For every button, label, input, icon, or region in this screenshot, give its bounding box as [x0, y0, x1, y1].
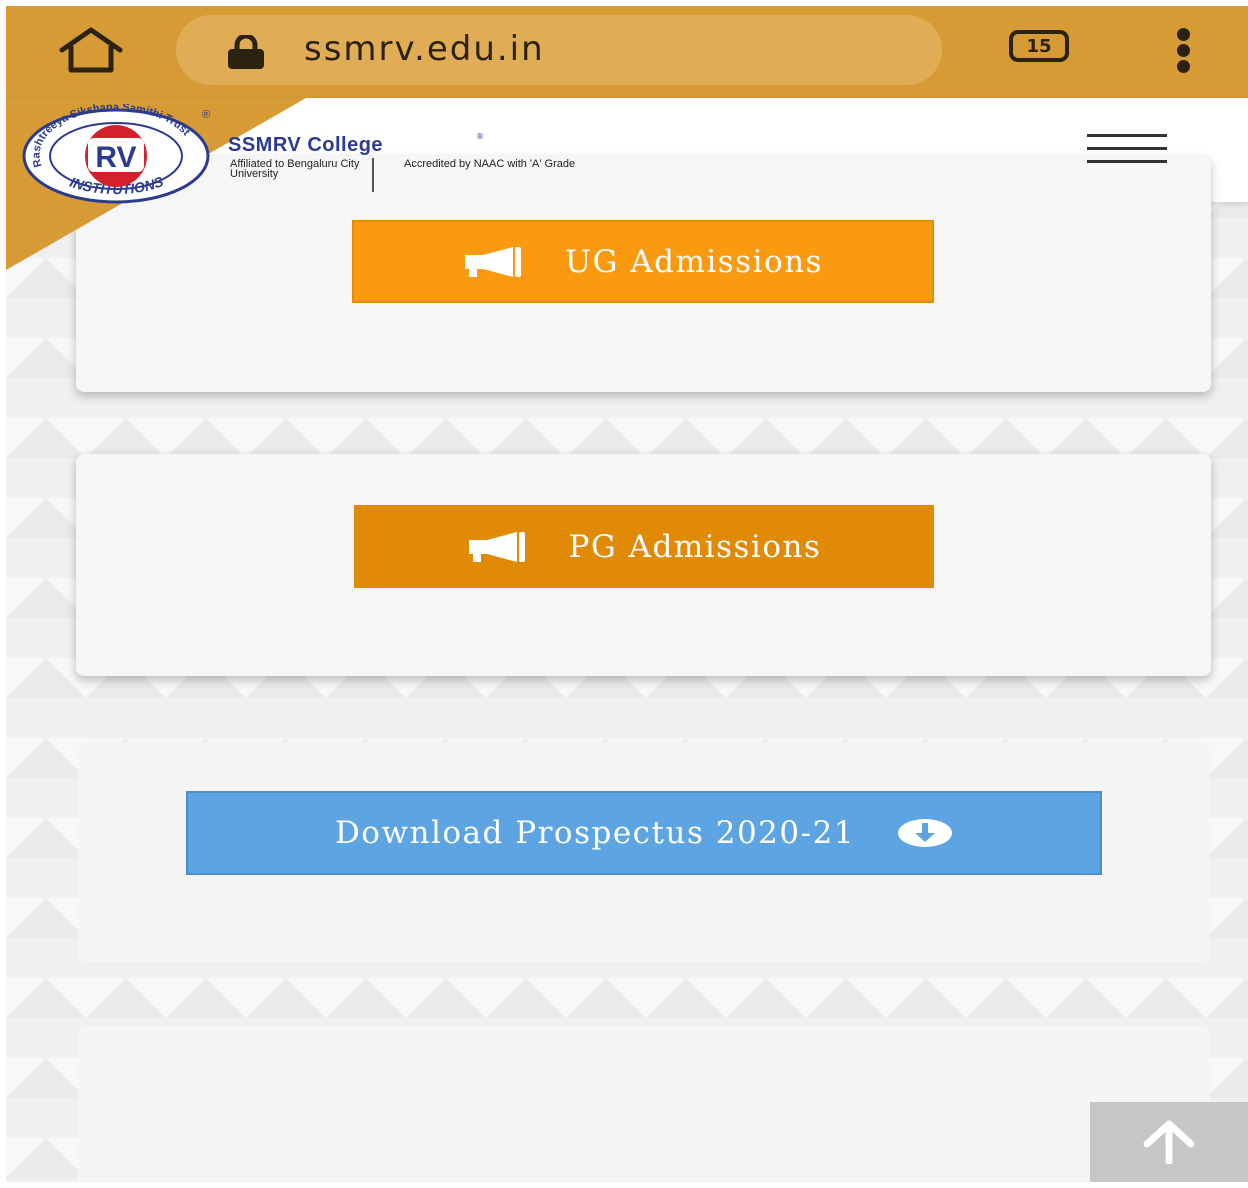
megaphone-icon — [464, 246, 521, 277]
affiliation-text: Affiliated to Bengaluru City University — [230, 158, 360, 180]
home-button[interactable] — [56, 26, 126, 76]
header-divider — [372, 158, 374, 192]
download-prospectus-button[interactable]: Download Prospectus 2020-21 — [186, 791, 1102, 875]
registered-mark: ® — [476, 132, 484, 141]
logo-registered-mark: ® — [202, 109, 210, 121]
phone-screen: ssmrv.edu.in 15 Rashtreeya Sikshana Sami… — [6, 6, 1248, 1182]
browser-toolbar: ssmrv.edu.in 15 — [6, 6, 1248, 98]
kebab-menu-icon[interactable] — [1168, 28, 1198, 74]
accreditation-text: Accredited by NAAC with 'A' Grade — [404, 158, 576, 170]
logo-center-text: RV — [95, 141, 136, 174]
tab-count: 15 — [1026, 35, 1052, 57]
megaphone-icon — [468, 531, 525, 562]
ug-admissions-button[interactable]: UG Admissions — [352, 220, 934, 303]
arrow-up-icon — [1143, 1120, 1195, 1164]
url-text: ssmrv.edu.in — [304, 29, 545, 69]
ug-admissions-label: UG Admissions — [564, 243, 824, 280]
download-prospectus-label: Download Prospectus 2020-21 — [334, 815, 856, 851]
pg-admissions-label: PG Admissions — [568, 528, 822, 565]
next-card — [78, 1026, 1210, 1182]
hamburger-icon[interactable] — [1087, 134, 1167, 164]
download-icon — [898, 819, 953, 847]
scroll-to-top-button[interactable] — [1090, 1102, 1248, 1182]
tab-switcher-button[interactable]: 15 — [1009, 30, 1069, 62]
address-bar[interactable]: ssmrv.edu.in — [176, 15, 942, 85]
pg-admissions-button[interactable]: PG Admissions — [354, 505, 934, 588]
home-icon — [59, 27, 123, 73]
rv-logo[interactable]: Rashtreeya Sikshana Samithi Trust INSTIT… — [20, 104, 212, 204]
college-name[interactable]: SSMRV College — [228, 134, 383, 157]
lock-icon — [228, 35, 264, 69]
